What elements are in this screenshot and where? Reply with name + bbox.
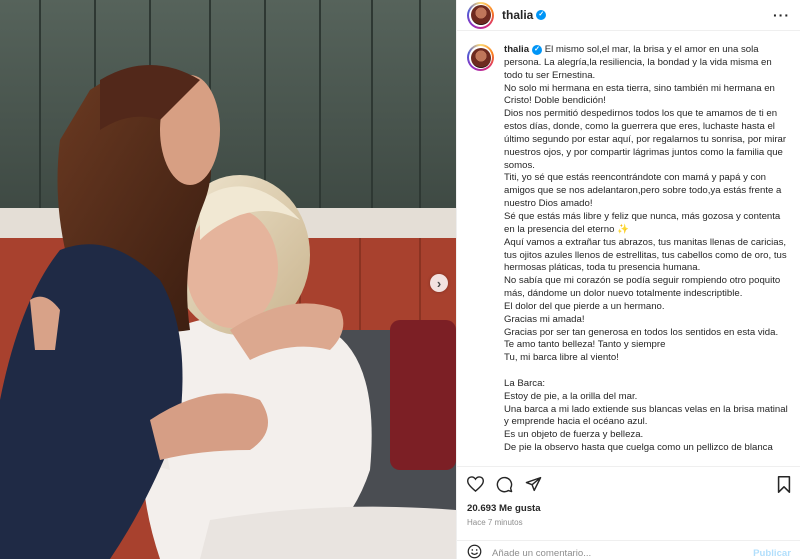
publish-button[interactable]: Publicar	[753, 548, 791, 559]
next-photo-button[interactable]: ›	[430, 274, 448, 292]
post-timestamp[interactable]: Hace 7 minutos	[467, 518, 791, 527]
avatar-image	[470, 5, 491, 25]
emoji-icon[interactable]	[467, 544, 482, 559]
post-username[interactable]: thalia	[502, 8, 533, 22]
verified-badge-icon: ✓	[536, 10, 547, 20]
bookmark-icon[interactable]	[777, 475, 791, 493]
comment-input[interactable]	[492, 548, 754, 559]
like-count[interactable]: 20.693 Me gusta	[467, 503, 791, 514]
comment-icon[interactable]	[496, 476, 513, 493]
caption-avatar-image	[470, 47, 491, 68]
post-panel: thalia ✓ ··· thalia ✓ El mismo sol,el mar…	[456, 0, 800, 559]
avatar[interactable]	[467, 1, 494, 29]
caption-verified-badge-icon: ✓	[532, 45, 543, 55]
caption-scroll-area[interactable]: thalia ✓ El mismo sol,el mar, la brisa y …	[457, 32, 800, 466]
caption-row: thalia ✓ El mismo sol,el mar, la brisa y …	[467, 44, 791, 455]
post-photo[interactable]: ›	[0, 0, 456, 559]
heart-icon[interactable]	[467, 476, 484, 492]
caption-text: thalia ✓ El mismo sol,el mar, la brisa y …	[504, 44, 791, 455]
post-header: thalia ✓ ···	[457, 0, 800, 31]
photo-image	[0, 0, 456, 559]
action-icons	[467, 475, 791, 493]
more-options-icon[interactable]: ···	[773, 7, 790, 23]
caption-username[interactable]: thalia	[504, 44, 529, 55]
share-icon[interactable]	[525, 476, 542, 492]
comment-box: Publicar	[457, 540, 800, 559]
post-actions: 20.693 Me gusta Hace 7 minutos	[457, 466, 800, 527]
caption-body: El mismo sol,el mar, la brisa y el amor …	[504, 44, 788, 454]
caption-avatar[interactable]	[467, 44, 494, 71]
